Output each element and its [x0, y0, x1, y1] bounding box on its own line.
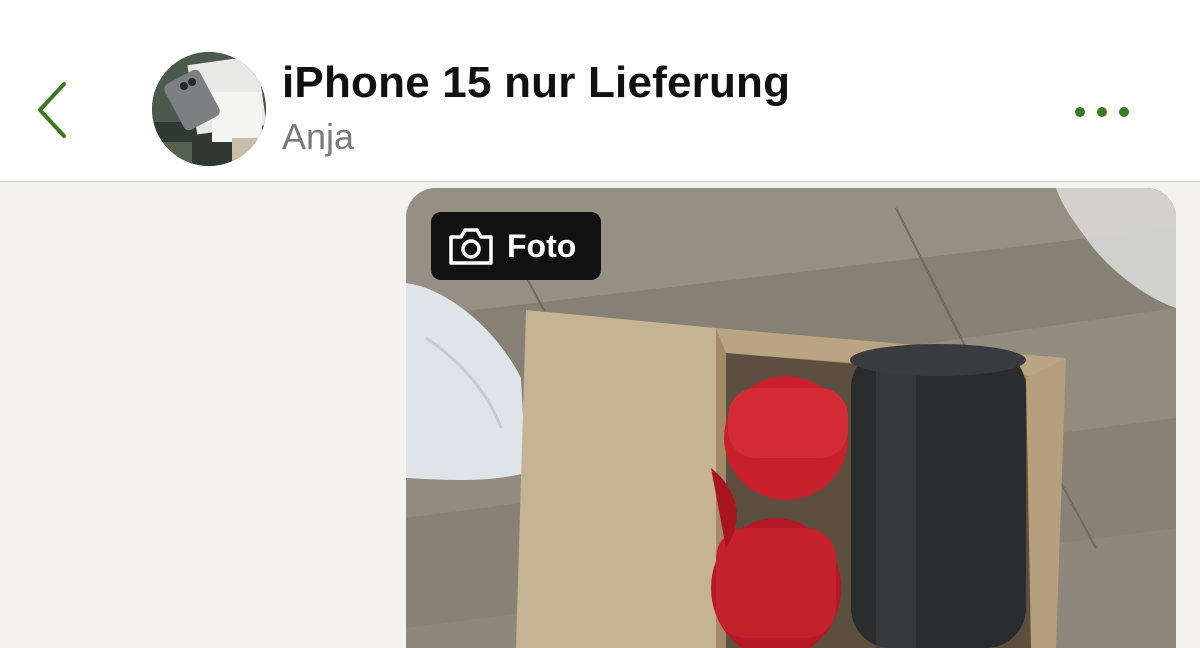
listing-avatar[interactable]	[152, 52, 266, 166]
avatar-image	[152, 52, 266, 166]
more-options-button[interactable]	[1066, 96, 1138, 128]
photo-badge: Foto	[431, 212, 601, 280]
back-button[interactable]	[28, 78, 78, 142]
camera-icon	[449, 228, 493, 265]
chat-title: iPhone 15 nur Lieferung	[282, 58, 791, 107]
photo-badge-label: Foto	[507, 227, 577, 264]
chat-partner-name: Anja	[282, 116, 355, 157]
chat-header: iPhone 15 nur Lieferung Anja	[0, 0, 1200, 182]
more-dots-icon	[1075, 107, 1129, 117]
chevron-left-icon	[38, 82, 66, 138]
